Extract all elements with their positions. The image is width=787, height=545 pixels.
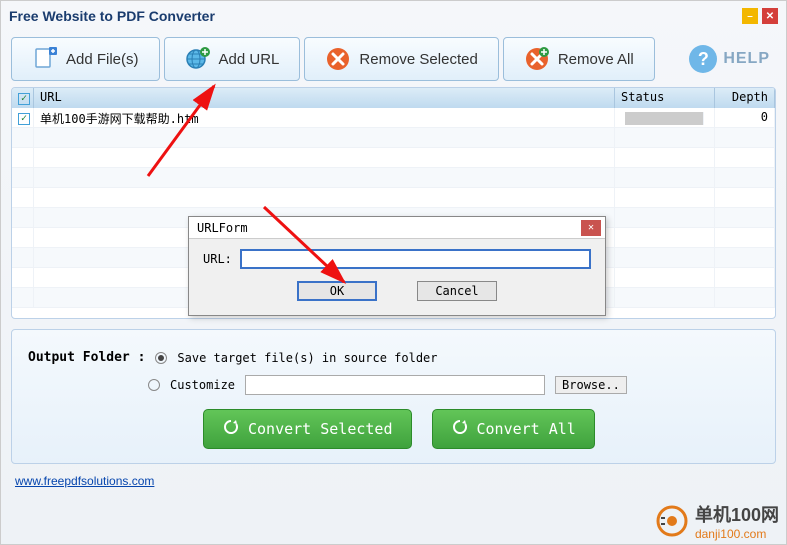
convert-selected-label: Convert Selected bbox=[248, 420, 393, 438]
output-folder-label: Output Folder : bbox=[28, 350, 145, 365]
help-icon: ? bbox=[689, 45, 717, 73]
list-row bbox=[12, 128, 775, 148]
dialog-close-button[interactable]: ✕ bbox=[581, 220, 601, 236]
cancel-button[interactable]: Cancel bbox=[417, 281, 497, 301]
convert-all-button[interactable]: Convert All bbox=[432, 409, 595, 449]
titlebar: Free Website to PDF Converter – ✕ bbox=[1, 1, 786, 31]
ok-button[interactable]: OK bbox=[297, 281, 377, 301]
row-checkbox[interactable]: ✓ bbox=[18, 113, 30, 125]
header-checkbox[interactable]: ✓ bbox=[12, 88, 34, 108]
list-row bbox=[12, 148, 775, 168]
browse-button[interactable]: Browse.. bbox=[555, 376, 627, 394]
output-panel: Output Folder : Save target file(s) in s… bbox=[11, 329, 776, 464]
dialog-titlebar: URLForm ✕ bbox=[189, 217, 605, 239]
remove-all-icon bbox=[524, 46, 550, 72]
refresh-icon bbox=[451, 418, 469, 440]
customize-label: Customize bbox=[170, 378, 235, 392]
header-status[interactable]: Status bbox=[615, 88, 715, 108]
convert-all-label: Convert All bbox=[477, 420, 576, 438]
list-row bbox=[12, 188, 775, 208]
add-files-button[interactable]: Add File(s) bbox=[11, 37, 160, 81]
url-field-label: URL: bbox=[203, 252, 232, 266]
row-url: 单机100手游网下载帮助.htm bbox=[34, 108, 615, 127]
globe-plus-icon bbox=[185, 46, 211, 72]
url-dialog: URLForm ✕ URL: OK Cancel bbox=[188, 216, 606, 316]
watermark-line1: 单机100网 bbox=[695, 501, 779, 527]
header-url[interactable]: URL bbox=[34, 88, 615, 108]
list-row[interactable]: ✓ 单机100手游网下载帮助.htm 0 bbox=[12, 108, 775, 128]
close-button[interactable]: ✕ bbox=[762, 8, 778, 24]
output-path-input[interactable] bbox=[245, 375, 545, 395]
help-button[interactable]: ? HELP bbox=[689, 37, 776, 81]
row-status bbox=[615, 108, 715, 127]
url-input[interactable] bbox=[240, 249, 591, 269]
radio-customize[interactable] bbox=[148, 379, 160, 391]
remove-selected-icon bbox=[325, 46, 351, 72]
minimize-button[interactable]: – bbox=[742, 8, 758, 24]
window-title: Free Website to PDF Converter bbox=[9, 8, 215, 24]
list-row bbox=[12, 168, 775, 188]
remove-all-button[interactable]: Remove All bbox=[503, 37, 655, 81]
window-controls: – ✕ bbox=[742, 8, 778, 24]
add-files-label: Add File(s) bbox=[66, 51, 139, 68]
add-url-button[interactable]: Add URL bbox=[164, 37, 301, 81]
radio-save-source[interactable] bbox=[155, 352, 167, 364]
watermark: 单机100网 danji100.com bbox=[655, 501, 779, 541]
convert-selected-button[interactable]: Convert Selected bbox=[203, 409, 412, 449]
help-label: HELP bbox=[723, 50, 770, 68]
add-url-label: Add URL bbox=[219, 51, 280, 68]
list-header: ✓ URL Status Depth bbox=[12, 88, 775, 108]
watermark-logo-icon bbox=[655, 504, 689, 538]
file-plus-icon bbox=[32, 46, 58, 72]
row-depth: 0 bbox=[715, 108, 775, 127]
refresh-icon bbox=[222, 418, 240, 440]
remove-selected-label: Remove Selected bbox=[359, 51, 477, 68]
toolbar: Add File(s) Add URL Remove Selected Remo… bbox=[11, 37, 776, 81]
watermark-line2: danji100.com bbox=[695, 527, 779, 541]
footer-link[interactable]: www.freepdfsolutions.com bbox=[15, 474, 772, 488]
dialog-title: URLForm bbox=[197, 221, 248, 235]
remove-selected-button[interactable]: Remove Selected bbox=[304, 37, 498, 81]
checkbox-icon: ✓ bbox=[18, 93, 30, 105]
header-depth[interactable]: Depth bbox=[715, 88, 775, 108]
remove-all-label: Remove All bbox=[558, 51, 634, 68]
save-source-label: Save target file(s) in source folder bbox=[177, 351, 437, 365]
